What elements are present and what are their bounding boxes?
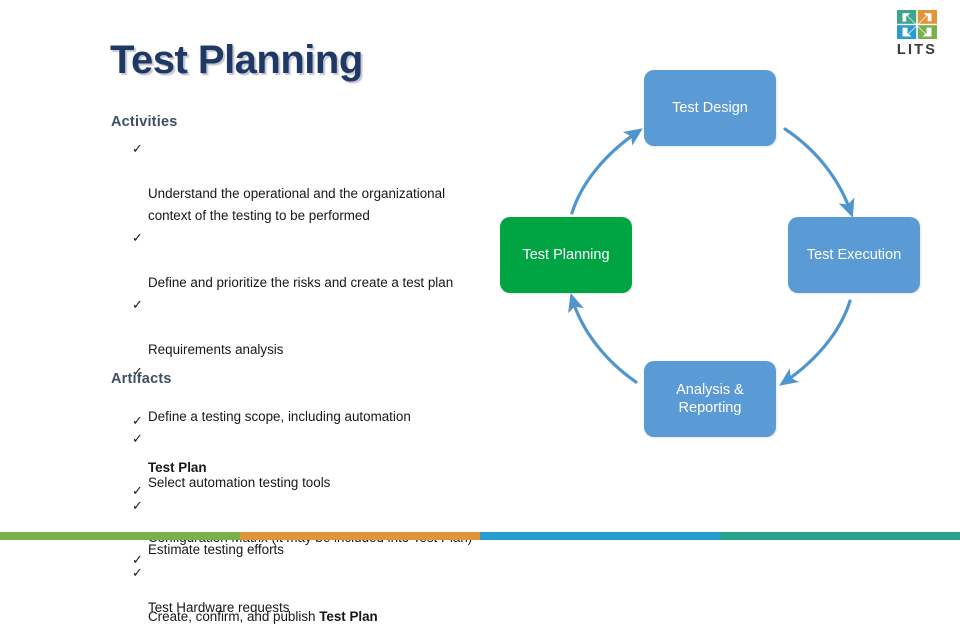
bar-segment-3 [480,532,720,540]
list-item: ✓ Understand the operational and the org… [132,138,532,227]
activities-heading: Activities [111,114,178,130]
cycle-node-label: Test Planning [522,247,610,263]
bar-segment-2 [240,532,480,540]
list-item-label: Define and prioritize the risks and crea… [148,274,454,290]
cycle-node-label: Test Execution [806,247,902,263]
list-item: ✓ Requirements analysis [132,294,532,361]
list-item: ✓ Test Hardware requests [132,549,552,619]
test-lifecycle-cycle-diagram: Test Design Test Execution Analysis & Re… [490,55,940,455]
arrow-analysis-to-planning [568,293,638,384]
check-icon: ✓ [132,230,143,246]
check-icon: ✓ [132,297,143,313]
cycle-node-label: Test Design [672,100,748,116]
brand-logo: LITS [888,10,946,58]
check-icon: ✓ [132,552,143,568]
arrow-execution-to-analysis [779,299,852,386]
page-title: Test Planning [110,38,363,82]
cycle-node-analysis-reporting[interactable]: Analysis & Reporting [644,361,776,437]
cycle-node-label: Analysis & Reporting [676,382,744,416]
artifacts-heading: Artifacts [111,371,172,387]
bar-segment-1 [0,532,240,540]
arrow-planning-to-design [570,128,643,215]
arrow-design-to-execution [783,127,855,218]
list-item: ✓ Define and prioritize the risks and cr… [132,227,532,294]
artifacts-list: ✓ Test Plan ✓ Configuration Matrix (it m… [132,410,552,619]
slide-canvas: Test Planning Activities ✓ Understand th… [0,0,960,624]
list-item-label: Test Plan [148,460,207,476]
cycle-node-test-design[interactable]: Test Design [644,70,776,146]
brand-name: LITS [896,42,938,58]
cycle-node-test-planning[interactable]: Test Planning [500,217,632,293]
cycle-node-test-execution[interactable]: Test Execution [788,217,920,293]
check-icon: ✓ [132,482,143,498]
list-item-label: Test Hardware requests [148,599,290,615]
check-icon: ✓ [132,141,143,156]
list-item-label: Understand the operational and the organ… [148,185,446,223]
lits-logo-icon [897,10,937,39]
check-icon: ✓ [132,413,143,428]
list-item: ✓ Test Plan [132,410,552,480]
list-item-label: Requirements analysis [148,341,284,357]
bar-segment-4 [720,532,960,540]
bottom-color-bar [0,532,960,540]
